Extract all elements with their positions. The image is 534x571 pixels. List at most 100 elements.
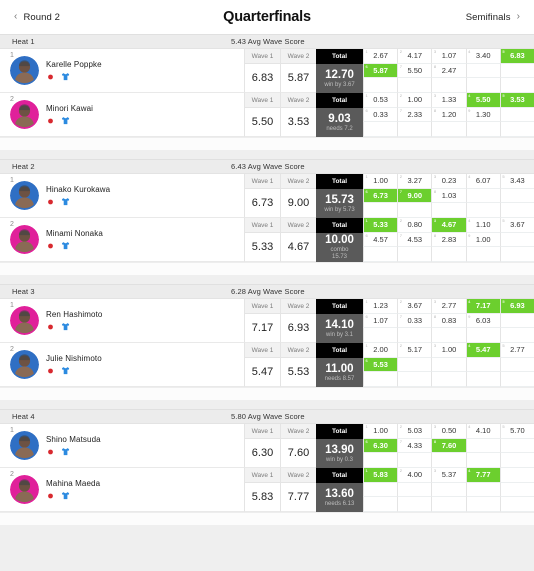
wave-score-cell[interactable] <box>431 482 466 498</box>
athlete-identity[interactable]: 1 Ren Hashimoto <box>0 299 244 343</box>
wave-score-cell[interactable] <box>499 78 534 93</box>
wave-score-cell[interactable]: 7 2.33 <box>397 107 432 123</box>
wave-score-cell[interactable]: 9 6.03 <box>465 313 500 329</box>
wave-score-cell[interactable]: 2 5.03 <box>397 424 432 439</box>
wave-score-cell[interactable]: 9 1.00 <box>465 232 500 248</box>
athlete-row[interactable]: 1 Shino Matsuda Wave 1 6.30 Wave 2 7.60 Total 1… <box>0 424 534 468</box>
wave-score-cell[interactable]: 4 3.40 <box>465 49 500 64</box>
wave-score-cell[interactable] <box>363 203 398 218</box>
wave-score-cell[interactable] <box>499 188 534 204</box>
wave-score-cell[interactable] <box>499 247 534 262</box>
wave-score-cell[interactable] <box>363 453 398 468</box>
wave-score-cell[interactable]: 7 4.53 <box>397 232 432 248</box>
athlete-row[interactable]: 1 Hinako Kurokawa Wave 1 6.73 Wave 2 9.00 Tota… <box>0 174 534 218</box>
athlete-identity[interactable]: 2 Mahina Maeda <box>0 468 244 512</box>
wave-score-cell[interactable] <box>499 372 534 387</box>
wave-score-cell[interactable]: 2 0.80 <box>397 218 432 233</box>
wave-score-cell[interactable] <box>363 247 398 262</box>
wave-score-cell[interactable] <box>363 482 398 498</box>
wave-score-cell[interactable] <box>397 247 432 262</box>
wave-score-cell[interactable]: 1 1.00 <box>363 174 398 189</box>
wave-score-cell[interactable] <box>363 122 398 137</box>
wave-score-cell[interactable]: 6 6.30 <box>363 438 398 454</box>
athlete-identity[interactable]: 1 Karelle Poppke <box>0 49 244 93</box>
wave-score-cell[interactable]: 2 3.67 <box>397 299 432 314</box>
wave-score-cell[interactable]: 6 5.87 <box>363 63 398 79</box>
wave-score-cell[interactable] <box>499 468 534 483</box>
wave-score-cell[interactable] <box>397 482 432 498</box>
wave-score-cell[interactable]: 3 1.33 <box>431 93 466 108</box>
wave-score-cell[interactable] <box>465 497 500 512</box>
wave-score-cell[interactable]: 4 4.10 <box>465 424 500 439</box>
wave-score-cell[interactable] <box>397 203 432 218</box>
wave-score-cell[interactable]: 4 7.17 <box>465 299 500 314</box>
wave-score-cell[interactable]: 3 4.67 <box>431 218 466 233</box>
athlete-row[interactable]: 1 Ren Hashimoto Wave 1 7.17 Wave 2 6.93 Total 1… <box>0 299 534 343</box>
athlete-identity[interactable]: 2 Minori Kawai <box>0 93 244 137</box>
wave-score-cell[interactable]: 2 1.00 <box>397 93 432 108</box>
wave-score-cell[interactable]: 7 5.50 <box>397 63 432 79</box>
wave-score-cell[interactable]: 6 1.07 <box>363 313 398 329</box>
wave-score-cell[interactable]: 6 4.57 <box>363 232 398 248</box>
wave-score-cell[interactable] <box>465 188 500 204</box>
wave-score-cell[interactable]: 4 6.07 <box>465 174 500 189</box>
wave-score-cell[interactable]: 2 4.17 <box>397 49 432 64</box>
wave-score-cell[interactable] <box>363 497 398 512</box>
wave-score-cell[interactable]: 3 0.50 <box>431 424 466 439</box>
athlete-identity[interactable]: 1 Shino Matsuda <box>0 424 244 468</box>
wave-score-cell[interactable] <box>465 453 500 468</box>
wave-score-cell[interactable]: 3 2.77 <box>431 299 466 314</box>
wave-score-cell[interactable] <box>499 122 534 137</box>
wave-score-cell[interactable] <box>431 453 466 468</box>
wave-score-cell[interactable]: 5 3.43 <box>499 174 534 189</box>
athlete-identity[interactable]: 2 Julie Nishimoto <box>0 343 244 387</box>
wave-score-cell[interactable] <box>431 328 466 343</box>
wave-score-cell[interactable]: 8 2.47 <box>431 63 466 79</box>
heat-card[interactable]: Heat 4 5.80 Avg Wave Score 1 Shino Matsuda W… <box>0 409 534 525</box>
wave-score-cell[interactable]: 8 1.20 <box>431 107 466 123</box>
heat-card[interactable]: Heat 3 6.28 Avg Wave Score 1 Ren Hashimoto W… <box>0 284 534 400</box>
athlete-row[interactable]: 2 Julie Nishimoto Wave 1 5.47 Wave 2 5.53 Tota… <box>0 343 534 387</box>
wave-score-cell[interactable]: 7 4.33 <box>397 438 432 454</box>
wave-score-cell[interactable] <box>465 203 500 218</box>
wave-score-cell[interactable] <box>465 63 500 79</box>
wave-score-cell[interactable]: 2 3.27 <box>397 174 432 189</box>
wave-score-cell[interactable] <box>499 328 534 343</box>
wave-score-cell[interactable] <box>397 453 432 468</box>
wave-score-cell[interactable]: 8 2.83 <box>431 232 466 248</box>
wave-score-cell[interactable]: 8 1.03 <box>431 188 466 204</box>
wave-score-cell[interactable]: 1 1.23 <box>363 299 398 314</box>
wave-score-cell[interactable] <box>397 122 432 137</box>
wave-score-cell[interactable] <box>431 78 466 93</box>
heat-card[interactable]: Heat 2 6.43 Avg Wave Score 1 Hinako Kurokaw… <box>0 159 534 275</box>
wave-score-cell[interactable] <box>499 313 534 329</box>
wave-score-cell[interactable]: 1 2.00 <box>363 343 398 358</box>
wave-score-cell[interactable]: 1 0.53 <box>363 93 398 108</box>
wave-score-cell[interactable] <box>465 438 500 454</box>
athlete-row[interactable]: 2 Minori Kawai Wave 1 5.50 Wave 2 3.53 Total 9.… <box>0 93 534 137</box>
wave-score-cell[interactable]: 8 0.83 <box>431 313 466 329</box>
athlete-identity[interactable]: 1 Hinako Kurokawa <box>0 174 244 218</box>
wave-score-cell[interactable]: 8 7.60 <box>431 438 466 454</box>
wave-score-cell[interactable] <box>397 357 432 373</box>
wave-score-cell[interactable]: 4 7.77 <box>465 468 500 483</box>
wave-score-cell[interactable] <box>465 122 500 137</box>
wave-score-cell[interactable]: 5 6.83 <box>499 49 534 64</box>
athlete-row[interactable]: 2 Minami Nonaka Wave 1 5.33 Wave 2 4.67 Total 1… <box>0 218 534 262</box>
wave-score-cell[interactable] <box>431 122 466 137</box>
wave-score-cell[interactable] <box>499 107 534 123</box>
wave-score-cell[interactable] <box>431 372 466 387</box>
wave-score-cell[interactable]: 1 1.00 <box>363 424 398 439</box>
prev-round-link[interactable]: ‹ Round 2 <box>14 12 60 23</box>
wave-score-cell[interactable]: 4 5.47 <box>465 343 500 358</box>
wave-score-cell[interactable] <box>499 203 534 218</box>
wave-score-cell[interactable]: 2 5.17 <box>397 343 432 358</box>
wave-score-cell[interactable] <box>465 482 500 498</box>
athlete-row[interactable]: 1 Karelle Poppke Wave 1 6.83 Wave 2 5.87 Total… <box>0 49 534 93</box>
wave-score-cell[interactable] <box>499 232 534 248</box>
wave-score-cell[interactable] <box>363 328 398 343</box>
wave-score-cell[interactable]: 3 1.00 <box>431 343 466 358</box>
wave-score-cell[interactable]: 1 2.67 <box>363 49 398 64</box>
wave-score-cell[interactable] <box>465 247 500 262</box>
wave-score-cell[interactable]: 3 1.07 <box>431 49 466 64</box>
